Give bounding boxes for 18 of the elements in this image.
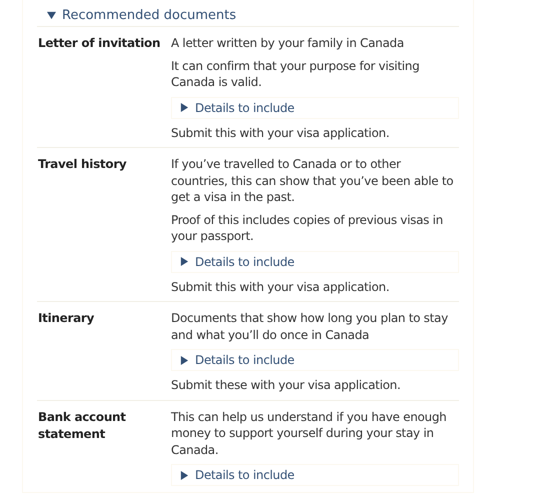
document-description: It can confirm that your purpose for visiting Canada is valid.	[171, 58, 420, 90]
document-description: A letter written by your family in Canada	[171, 35, 405, 52]
details-toggle[interactable]: Details to include	[171, 250, 459, 272]
document-description: Documents that show how long you plan to stay and what you’ll do once in Canada	[171, 310, 449, 343]
document-name: Bank account statement	[37, 408, 127, 442]
details-toggle[interactable]: Details to include	[171, 96, 459, 118]
submission-note: Submit these with your visa application.	[171, 377, 402, 394]
document-description: This can help us understand if you have enough money to support yourself during your stay in Canada.	[171, 408, 448, 458]
document-name: Travel history	[37, 156, 128, 173]
submission-note: Submit this with your visa application.	[171, 278, 390, 295]
recommended-documents-toggle[interactable]: Recommended documents	[37, 0, 236, 26]
document-name: Itinerary	[37, 310, 96, 327]
details-toggle[interactable]: Details to include	[171, 349, 459, 371]
document-description: Proof of this includes copies of previous visas in your passport.	[171, 212, 444, 244]
submission-note: Submit this with your visa application.	[171, 124, 390, 141]
document-description: If you’ve travelled to Canada or to other countries, this can show that you’ve been able to get a visa in the past.	[171, 156, 454, 206]
document-name: Letter of invitation	[37, 35, 162, 52]
details-toggle[interactable]: Details to include	[171, 464, 459, 486]
